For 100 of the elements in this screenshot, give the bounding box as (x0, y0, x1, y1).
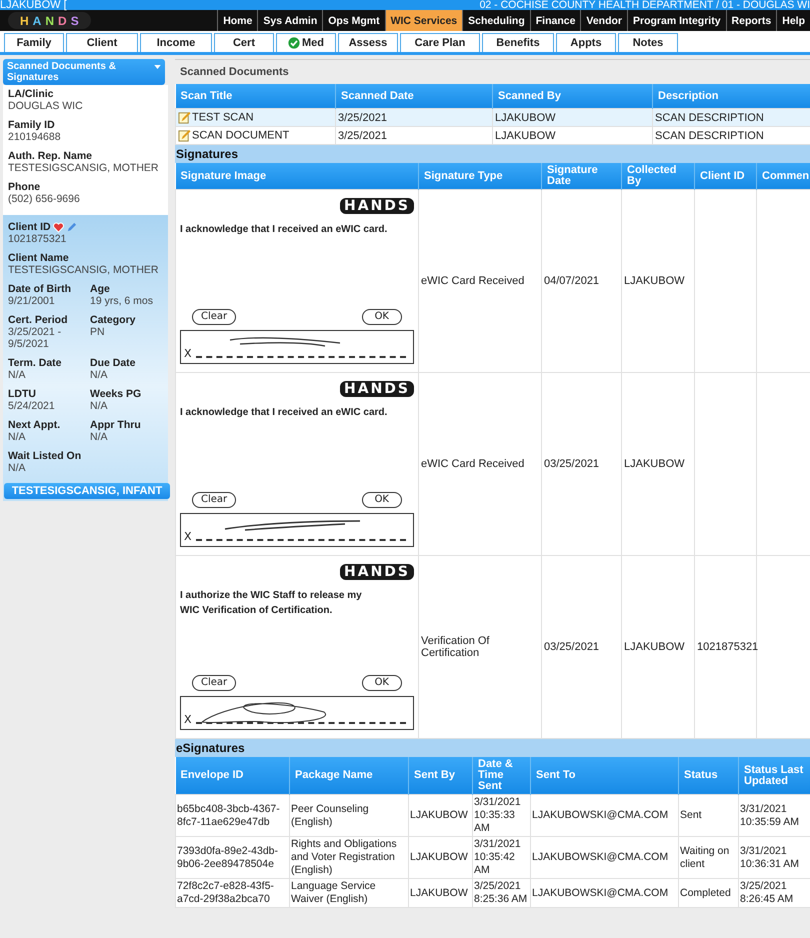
tab[interactable]: Client (66, 33, 138, 52)
field-label: LDTU (8, 388, 36, 400)
field-value: 5/24/2021 (8, 400, 56, 412)
section-title: eSignatures (175, 739, 810, 757)
field-value: (502) 656-9696 (8, 193, 81, 205)
table-cell: Language Service Waiver (English) (290, 878, 408, 908)
field-value: 1021875321 (8, 233, 68, 245)
field-label: Wait Listed On (8, 450, 82, 462)
table-cell: Peer Counseling (English) (290, 794, 408, 836)
tab[interactable]: Notes (618, 33, 678, 52)
table-cell: 3/31/2021 10:35:33 AM (472, 794, 530, 836)
signature-statement: I acknowledge that I received an eWIC card. (180, 406, 388, 420)
field-value: N/A (8, 431, 27, 443)
tab[interactable]: Appts (556, 33, 616, 52)
field-value: 19 yrs, 6 mos (90, 295, 154, 307)
heart-icon (52, 222, 64, 232)
sign-mark: X (184, 531, 192, 542)
hands-logo: H A N D S (8, 12, 91, 29)
field-value: N/A (8, 462, 27, 474)
table-cell: b65bc408-3bcb-4367-8fc7-11ae629e47db (176, 794, 290, 836)
field-value: TESTESIGSCANSIG, MOTHER (8, 162, 160, 174)
column-header: Description (652, 84, 810, 108)
hands-logo: HANDS (340, 381, 414, 397)
tab[interactable]: Med (276, 33, 336, 52)
table-cell: SCAN DESCRIPTION (652, 108, 810, 126)
column-header: Sent By (408, 757, 472, 794)
column-header: Client ID (694, 163, 756, 190)
tab[interactable]: Cert (214, 33, 274, 52)
table-cell: LJAKUBOWSKI@CMA.COM (530, 794, 678, 836)
table-cell: LJAKUBOW (492, 108, 652, 126)
table-cell: Rights and Obligations and Voter Registration (English) (290, 836, 408, 878)
field-value: TESTESIGSCANSIG, MOTHER (8, 264, 160, 276)
sign-mark: X (184, 348, 192, 359)
field-value: N/A (90, 369, 109, 381)
field-label: Client Name (8, 252, 69, 264)
table-cell: Waiting on client (678, 836, 738, 878)
panel-title: Scanned Documents (175, 59, 810, 84)
table-cell: 3/25/2021 8:25:36 AM (472, 878, 530, 908)
field-value: 3/25/2021 - 9/5/2021 (8, 326, 62, 350)
table-cell: 3/31/2021 10:35:59 AM (738, 794, 810, 836)
table-cell: LJAKUBOW (408, 878, 472, 908)
signature-statement: I authorize the WIC Staff to release my WIC Verification of Certification. (180, 589, 363, 618)
table-cell: 1021875321 (697, 641, 758, 653)
field-label: Appr Thru (90, 419, 141, 431)
column-header: Signature Image (176, 163, 418, 190)
tab[interactable]: Assess (338, 33, 398, 52)
field-label: Phone (8, 181, 42, 193)
hands-logo: HANDS (340, 198, 414, 214)
tab[interactable]: Care Plan (400, 33, 480, 52)
nav-menu-item[interactable]: WIC Services (384, 10, 462, 31)
table-cell: eWIC Card Received (418, 372, 542, 556)
table-cell: 3/31/2021 10:35:42 AM (472, 836, 530, 878)
pencil-icon (66, 222, 77, 232)
agency-title: 02 - COCHISE COUNTY HEALTH DEPARTMENT / 01 - DOUGLAS WI (480, 0, 810, 10)
field-value: 9/21/2001 (8, 295, 56, 307)
field-value: PN (90, 326, 106, 338)
tab[interactable]: Benefits (482, 33, 554, 52)
field-label: Date of Birth (8, 283, 71, 295)
table-cell: 7393d0fa-89e2-43db-9b06-2ee89478504e (176, 836, 290, 878)
column-header: Commen (756, 163, 810, 190)
table-cell: LJAKUBOWSKI@CMA.COM (530, 878, 678, 908)
column-header: Scanned Date (336, 84, 492, 108)
table-cell: 3/25/2021 8:26:45 AM (738, 878, 810, 908)
column-header: Sent To (530, 757, 678, 794)
table-cell: LJAKUBOWSKI@CMA.COM (530, 836, 678, 878)
field-value: 210194688 (8, 131, 62, 143)
caret-icon (154, 65, 161, 69)
column-header: Collected By (622, 163, 694, 190)
table-cell: LJAKUBOW (408, 794, 472, 836)
tab[interactable]: Income (140, 33, 212, 52)
column-header: Scanned By (492, 84, 652, 108)
column-header: Envelope ID (176, 757, 290, 794)
field-label: Family ID (8, 119, 56, 131)
field-label: Auth. Rep. Name (8, 150, 94, 162)
column-header: Status (678, 757, 738, 794)
hands-logo: HANDS (340, 564, 414, 580)
column-header: Signature Type (418, 163, 542, 190)
table-cell: 03/25/2021 (542, 372, 622, 556)
field-value: N/A (90, 431, 109, 443)
signature-statement: I acknowledge that I received an eWIC card. (180, 223, 388, 237)
field-label: Next Appt. (8, 419, 60, 431)
note-pencil-icon (178, 129, 191, 142)
table-cell: Sent (678, 794, 738, 836)
field-label: Due Date (90, 357, 136, 369)
field-value: DOUGLAS WIC (8, 100, 84, 112)
field-label: Category (90, 314, 136, 326)
column-header: Date & Time Sent (472, 757, 530, 794)
table-row[interactable]: TEST SCAN 3/25/2021 LJAKUBOW SCAN DESCRIPTION (176, 108, 810, 126)
column-header: Status Last Updated (738, 757, 810, 794)
table-cell: LJAKUBOW (622, 372, 694, 556)
table-cell: Completed (678, 878, 738, 908)
table-cell: LJAKUBOW (408, 836, 472, 878)
field-label: Cert. Period (8, 314, 68, 326)
sign-mark: X (184, 714, 192, 725)
field-value: N/A (90, 400, 109, 412)
column-header: Scan Title (176, 84, 336, 108)
tab[interactable]: Family (4, 33, 64, 52)
table-cell: 72f8c2c7-e828-43f5-a7cd-29f38a2bca70 (176, 878, 290, 908)
field-label: Weeks PG (90, 388, 142, 400)
table-cell: eWIC Card Received (418, 190, 542, 372)
